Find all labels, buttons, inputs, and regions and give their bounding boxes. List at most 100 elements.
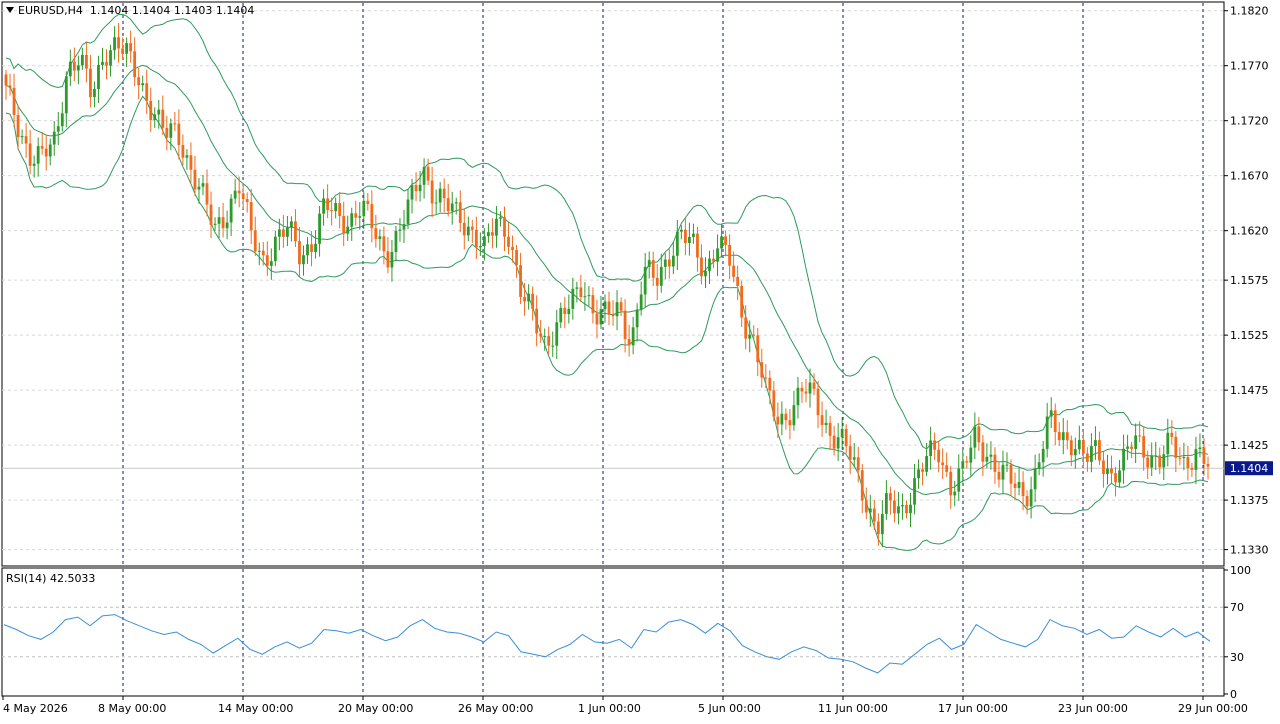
candle-bear: [221, 217, 225, 229]
time-tick-label: 29 Jun 00:00: [1178, 702, 1248, 715]
candle-bear: [503, 217, 506, 237]
candle-bear: [531, 293, 535, 309]
candle-bull: [466, 226, 470, 236]
candle-bull: [482, 236, 486, 247]
candle-bull: [1118, 470, 1121, 483]
candle-bear: [121, 48, 124, 54]
price-tick-label: 1.1575: [1230, 274, 1269, 287]
candle-bear: [1013, 483, 1017, 488]
candle-bull: [704, 270, 707, 277]
candle-bear: [700, 257, 703, 277]
candle-bear: [515, 250, 518, 266]
candle-bull: [20, 136, 24, 138]
candle-bear: [281, 229, 285, 237]
candle-bull: [314, 243, 317, 253]
candle-bull: [394, 230, 398, 253]
candle-bull: [913, 478, 916, 505]
candle-bear: [800, 387, 804, 392]
candle-bear: [12, 87, 16, 115]
collapse-triangle-icon[interactable]: [6, 7, 14, 13]
candle-bear: [828, 422, 832, 436]
candle-bear: [310, 244, 313, 253]
candle-bear: [1178, 457, 1182, 459]
candle-bull: [957, 468, 961, 492]
candle-bull: [1041, 448, 1045, 463]
candle-bull: [80, 54, 84, 66]
candle-bull: [213, 223, 217, 225]
candle-bull: [273, 236, 277, 262]
candle-bull: [836, 437, 840, 449]
candle-bear: [1085, 453, 1089, 462]
candle-bear: [724, 236, 727, 245]
candle-bear: [386, 251, 390, 268]
candle-bear: [848, 446, 852, 460]
candle-bull: [688, 236, 691, 243]
price-tag-text: 1.1404: [1230, 462, 1269, 475]
candle-bear: [294, 221, 297, 242]
candle-bull: [60, 113, 64, 127]
candle-bull: [157, 109, 161, 115]
candle-bear: [458, 202, 462, 223]
candle-bear: [1170, 432, 1174, 437]
candle-bear: [547, 336, 551, 346]
candle-bear: [740, 285, 744, 318]
candle-bear: [430, 180, 434, 204]
time-tick-label: 8 May 00:00: [98, 702, 166, 715]
candle-bull: [101, 61, 104, 65]
candle-bull: [679, 229, 683, 232]
candle-bull: [961, 461, 965, 469]
candle-bear: [1130, 446, 1134, 449]
candle-bull: [692, 233, 695, 237]
candle-bull: [925, 456, 928, 472]
symbol-info: EURUSD,H4 1.1404 1.1404 1.1403 1.1404: [6, 4, 254, 17]
candle-bear: [474, 229, 478, 248]
candle-bull: [422, 166, 426, 185]
price-tick-label: 1.1670: [1230, 170, 1269, 183]
candle-bear: [137, 77, 141, 86]
candle-bear: [249, 202, 253, 231]
candle-bear: [876, 521, 880, 535]
candle-bear: [933, 440, 937, 450]
symbol-label: EURUSD,H4: [18, 4, 83, 17]
candle-bull: [1166, 432, 1170, 455]
candle-bull: [1090, 446, 1093, 462]
candle-bull: [909, 504, 912, 514]
chart-area[interactable]: 1.1820 1.1770 1.1720 1.1670 1.1620 1.1575 1.15…: [0, 0, 1280, 720]
candle-bear: [366, 200, 370, 205]
candle-bull: [434, 202, 438, 204]
candle-bull: [1154, 455, 1158, 457]
candle-bull: [97, 64, 100, 90]
candle-bear: [253, 230, 257, 252]
candle-bull: [286, 227, 289, 237]
candle-bull: [141, 83, 145, 86]
candle-bear: [756, 335, 760, 363]
candle-bull: [410, 185, 414, 200]
candle-bear: [860, 470, 864, 501]
candle-bear: [89, 68, 92, 98]
candle-bear: [519, 265, 522, 297]
candle-bear: [414, 185, 418, 192]
candle-bull: [1194, 449, 1198, 470]
candle-bull: [663, 259, 667, 267]
candle-bull: [32, 163, 36, 166]
candle-bear: [539, 333, 543, 337]
candle-bear: [997, 471, 1001, 480]
candle-bear: [993, 454, 997, 472]
candle-bear: [696, 233, 699, 258]
candle-bear: [623, 310, 627, 340]
candle-bear: [1102, 460, 1105, 474]
candle-bear: [382, 236, 386, 252]
candle-bull: [635, 309, 639, 328]
candle-bull: [599, 309, 603, 325]
candle-bull: [824, 422, 828, 426]
candle-bull: [334, 203, 338, 212]
candle-bear: [1158, 455, 1162, 468]
candle-bear: [1114, 473, 1117, 483]
candle-bear: [298, 241, 301, 265]
candle-bull: [587, 295, 591, 297]
candle-bull: [716, 248, 719, 262]
candle-bear: [945, 465, 949, 472]
candle-bear: [1098, 440, 1101, 461]
candle-bear: [921, 469, 924, 472]
candle-bull: [1017, 481, 1021, 488]
